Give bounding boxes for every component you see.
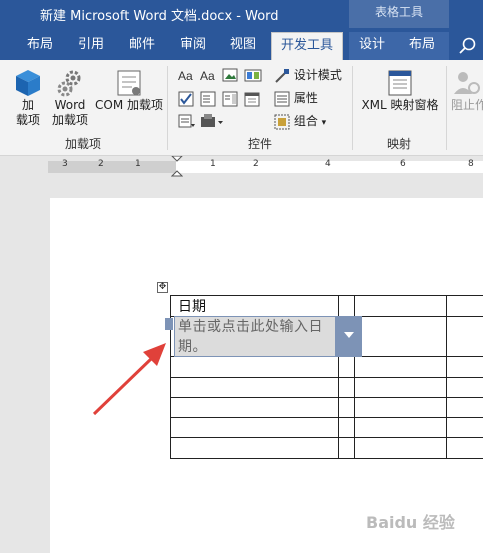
tab-developer[interactable]: 开发工具 [271,32,343,60]
ruler-number: 6 [400,159,406,169]
picture-control-icon[interactable] [222,67,238,83]
title-bar: 新建 Microsoft Word 文档.docx - Word 表格工具 [0,0,483,32]
tab-table-layout[interactable]: 布局 [395,32,449,60]
properties-label: 属性 [293,91,318,105]
group-label: 组合 [293,114,318,128]
table-border [170,437,483,438]
xml-mapping-pane-button[interactable]: XML 映射窗格 [355,68,445,113]
block-authors-icon [454,72,480,94]
xml-mapping-label: XML 映射窗格 [361,98,439,112]
tab-references[interactable]: 引用 [66,32,116,60]
com-addins-icon [117,70,141,96]
date-picker-dropdown-button[interactable] [336,316,362,357]
table-tools-context-label: 表格工具 [349,0,449,28]
addins-group-label: 加载项 [64,137,101,151]
ribbon-panel: 加 载项 Word 加载项 COM 加载项 加载项 Aa Aa 设计模式 属性 … [0,60,483,156]
ruler-number: 2 [253,159,259,169]
xml-mapping-icon [388,70,412,96]
table-border [170,295,483,296]
svg-text:Aa: Aa [178,69,193,82]
combo-box-control-icon[interactable] [200,91,216,107]
dropdown-list-control-icon[interactable] [222,91,238,107]
content-control-tab[interactable] [165,318,173,330]
tab-layout[interactable]: 布局 [14,32,66,60]
block-authors-button[interactable]: 阻止作 [451,68,483,113]
ribbon-tab-bar: 布局 引用 邮件 审阅 视图 开发工具 设计 布局 [0,32,483,60]
horizontal-ruler[interactable]: 3 2 1 1 2 4 6 8 [0,156,483,178]
svg-text:Aa: Aa [200,69,215,82]
window-title: 新建 Microsoft Word 文档.docx - Word [40,9,279,24]
chevron-down-icon [344,332,354,338]
tab-table-design[interactable]: 设计 [349,32,395,60]
table-move-handle-icon[interactable]: ✥ [157,282,168,293]
addins-group: 加 载项 Word 加载项 COM 加载项 加载项 [0,60,166,155]
table-border [446,295,447,459]
addins-button-label: 加 载项 [15,98,40,127]
date-picker-control-icon[interactable] [244,91,260,107]
table-border [170,397,483,398]
design-mode-icon [275,68,289,83]
watermark: Baidu 经验 [366,513,455,532]
gears-icon [57,70,81,97]
legacy-tools-icon[interactable] [200,113,224,129]
ruler-number: 8 [468,159,474,169]
protect-group: 阻止作 [447,60,483,155]
controls-group-label: 控件 [247,137,272,151]
building-block-control-icon[interactable] [244,67,262,83]
ruler-number: 4 [325,159,331,169]
ruler-number: 1 [210,159,216,169]
table-border [170,377,483,378]
ruler-number: 2 [98,159,104,169]
group-button[interactable]: 组合 ▾ [274,112,326,130]
table-header-cell[interactable]: 日期 [178,296,206,316]
properties-icon [274,91,290,106]
block-authors-label: 阻止作 [451,98,483,112]
controls-group: Aa Aa 设计模式 属性 组合 ▾ 控件 [168,60,352,155]
ruler-number: 3 [62,159,68,169]
word-addins-button-label: Word 加载项 [51,98,88,127]
indent-marker-icon[interactable] [171,156,183,178]
com-addins-button[interactable]: COM 加载项 [94,68,164,113]
tab-view[interactable]: 视图 [218,32,268,60]
mapping-group: XML 映射窗格 映射 [353,60,445,155]
search-icon[interactable] [458,36,478,56]
ruler-number: 1 [135,159,141,169]
tab-review[interactable]: 审阅 [168,32,218,60]
addins-cube-icon [16,70,40,96]
repeating-section-control-icon[interactable] [178,113,196,129]
table-border [170,417,483,418]
design-mode-label: 设计模式 [293,68,342,82]
com-addins-button-label: COM 加载项 [95,98,163,112]
checkbox-control-icon[interactable] [178,91,194,107]
date-placeholder-text[interactable]: 单击或点击此处输入日期。 [178,317,334,357]
chevron-down-icon: ▾ [321,118,327,128]
addins-button[interactable]: 加 载项 [8,68,48,128]
table-border [170,458,483,459]
rich-text-control-icon[interactable]: Aa [178,68,198,82]
design-mode-button[interactable]: 设计模式 [274,66,342,84]
properties-button[interactable]: 属性 [274,89,318,107]
group-icon [274,114,290,129]
plain-text-control-icon[interactable]: Aa [200,68,220,82]
tab-mailings[interactable]: 邮件 [116,32,168,60]
mapping-group-label: 映射 [386,137,411,151]
word-addins-button[interactable]: Word 加载项 [50,68,90,128]
